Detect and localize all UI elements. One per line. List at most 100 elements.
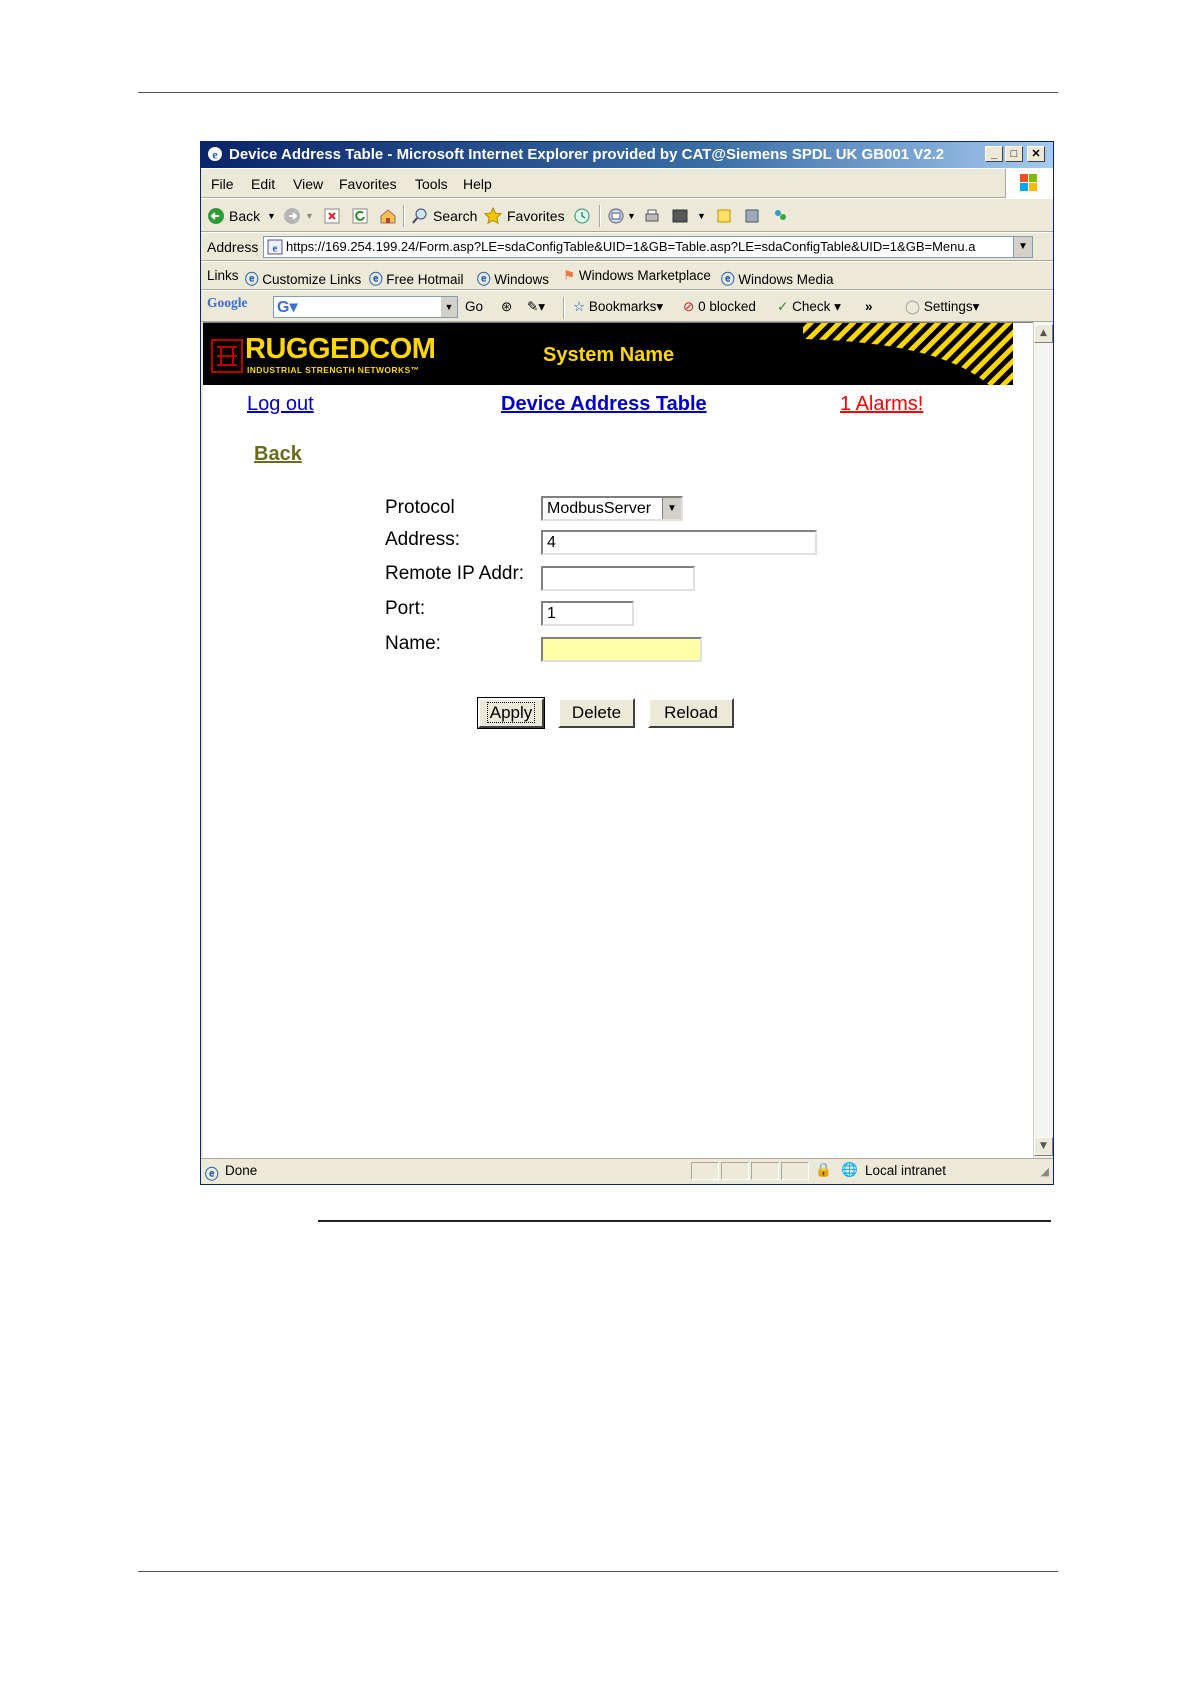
resize-grip-icon[interactable]: ◢	[1041, 1165, 1049, 1178]
mail-dropdown-icon[interactable]: ▼	[627, 211, 636, 221]
google-g-icon[interactable]: G▾	[277, 297, 297, 317]
link-windows-marketplace[interactable]: ⚑ Windows Marketplace	[563, 268, 711, 284]
ie-icon: e	[208, 147, 222, 162]
forward-dropdown-icon[interactable]: ▼	[305, 211, 314, 221]
maximize-button[interactable]: □	[1005, 146, 1023, 162]
forward-arrow-icon[interactable]	[283, 207, 301, 225]
settings-button[interactable]: ◯ Settings▾	[905, 299, 979, 315]
discuss-icon[interactable]	[715, 207, 733, 225]
name-field[interactable]	[541, 637, 702, 662]
menu-tools[interactable]: Tools	[415, 176, 448, 192]
spellcheck-button[interactable]: ✓ Check ▾	[777, 299, 841, 315]
history-icon[interactable]	[573, 207, 591, 225]
apply-button[interactable]: Apply	[477, 697, 545, 729]
web-content: RUGGEDCOM INDUSTRIAL STRENGTH NETWORKS™ …	[203, 322, 1033, 1158]
minimize-button[interactable]: _	[985, 146, 1003, 162]
protocol-selected-value: ModbusServer	[547, 500, 652, 517]
address-input[interactable]: e https://169.254.199.24/Form.asp?LE=sda…	[263, 236, 1033, 258]
toolbar-separator	[599, 205, 601, 227]
status-bar: ⓔ Done 🔒 🌐 Local intranet ◢	[201, 1158, 1053, 1184]
menu-view[interactable]: View	[293, 176, 323, 192]
standard-toolbar: Back ▼ ▼ Search Favorites ▼ ▼	[201, 198, 1053, 232]
window-title: Device Address Table - Microsoft Interne…	[229, 146, 945, 163]
page-title[interactable]: Device Address Table	[501, 393, 707, 416]
address-label: Address:	[385, 529, 460, 550]
caption-rule	[318, 1220, 1051, 1222]
messenger-icon[interactable]	[771, 207, 789, 225]
link-free-hotmail[interactable]: ⓔ Free Hotmail	[369, 268, 464, 288]
link-customize-links[interactable]: ⓔ Customize Links	[245, 268, 361, 288]
address-label: Address	[207, 239, 259, 255]
back-button[interactable]: Back	[229, 208, 260, 224]
toolbar-separator	[403, 205, 405, 227]
ruggedcom-tagline: INDUSTRIAL STRENGTH NETWORKS™	[247, 365, 420, 375]
refresh-icon[interactable]	[351, 207, 369, 225]
back-link[interactable]: Back	[254, 443, 302, 466]
more-chevron-icon[interactable]: »	[865, 299, 873, 314]
port-field[interactable]: 1	[541, 601, 634, 626]
vertical-scrollbar[interactable]: ▲ ▼	[1033, 322, 1053, 1158]
popup-blocker-button[interactable]: ⊘ 0 blocked	[683, 299, 756, 315]
google-dropdown-icon[interactable]: ▼	[441, 297, 457, 317]
link-windows[interactable]: ⓔ Windows	[477, 268, 549, 288]
search-button[interactable]: Search	[433, 208, 477, 224]
bookmarks-button[interactable]: ☆ Bookmarks▾	[573, 299, 663, 315]
menu-help[interactable]: Help	[463, 176, 492, 192]
home-icon[interactable]	[379, 207, 397, 225]
links-label: Links	[207, 268, 239, 283]
settings-circle-icon: ◯	[905, 299, 921, 314]
link-windows-media[interactable]: ⓔ Windows Media	[721, 268, 834, 288]
google-search-input[interactable]: G▾ ▼	[273, 296, 458, 318]
news-icon[interactable]: ✎▾	[527, 299, 545, 315]
menu-bar: File Edit View Favorites Tools Help	[201, 168, 1053, 199]
status-pane	[751, 1162, 779, 1180]
status-pane	[781, 1162, 809, 1180]
remote-ip-field[interactable]	[541, 566, 695, 591]
print-icon[interactable]	[643, 207, 661, 225]
chevron-down-icon[interactable]: ▼	[662, 498, 681, 519]
menu-favorites[interactable]: Favorites	[339, 176, 397, 192]
menu-edit[interactable]: Edit	[251, 176, 275, 192]
stop-icon[interactable]	[323, 207, 341, 225]
toolbar-separator	[563, 297, 565, 319]
logout-link[interactable]: Log out	[247, 393, 314, 416]
pagerank-icon[interactable]: ⊛	[501, 299, 512, 315]
mail-icon[interactable]	[607, 207, 625, 225]
ruggedcom-logo-text: RUGGEDCOM	[245, 333, 436, 365]
remote-ip-label: Remote IP Addr:	[385, 563, 525, 584]
ie-page-icon: ⓔ	[721, 272, 735, 287]
menu-file[interactable]: File	[211, 176, 234, 192]
address-dropdown-icon[interactable]: ▼	[1013, 237, 1032, 257]
scroll-down-icon[interactable]: ▼	[1034, 1137, 1053, 1156]
lock-icon: 🔒	[815, 1162, 832, 1177]
status-page-icon: ⓔ	[205, 1167, 219, 1182]
edit-dropdown-icon[interactable]: ▼	[697, 211, 706, 221]
edit-icon[interactable]	[671, 207, 689, 225]
windows-flag-icon: ⚑	[563, 268, 576, 283]
reload-button[interactable]: Reload	[648, 698, 734, 728]
status-text: Done	[225, 1163, 258, 1178]
ruggedcom-banner: RUGGEDCOM INDUSTRIAL STRENGTH NETWORKS™ …	[203, 323, 1013, 385]
address-field[interactable]: 4	[541, 530, 817, 555]
close-button[interactable]: ✕	[1027, 146, 1045, 162]
research-icon[interactable]	[743, 207, 761, 225]
favorites-button[interactable]: Favorites	[507, 208, 565, 224]
favorites-star-icon[interactable]	[484, 207, 502, 225]
status-pane	[721, 1162, 749, 1180]
scroll-up-icon[interactable]: ▲	[1034, 324, 1053, 343]
back-dropdown-icon[interactable]: ▼	[267, 211, 276, 221]
protocol-select[interactable]: ModbusServer ▼	[541, 496, 683, 521]
address-url: https://169.254.199.24/Form.asp?LE=sdaCo…	[286, 239, 976, 254]
ie-page-icon: ⓔ	[245, 272, 259, 287]
title-bar[interactable]: e Device Address Table - Microsoft Inter…	[201, 142, 1053, 168]
page-ie-icon: e	[267, 239, 283, 255]
search-icon[interactable]	[411, 207, 429, 225]
alarms-link[interactable]: 1 Alarms!	[840, 393, 923, 416]
google-logo[interactable]: Google	[207, 295, 248, 311]
back-arrow-icon[interactable]	[207, 207, 225, 225]
google-go-button[interactable]: Go	[465, 299, 483, 314]
delete-button[interactable]: Delete	[558, 698, 635, 728]
svg-text:e: e	[212, 148, 218, 162]
security-zone: Local intranet	[865, 1163, 947, 1178]
spellcheck-icon: ✓	[777, 299, 789, 314]
